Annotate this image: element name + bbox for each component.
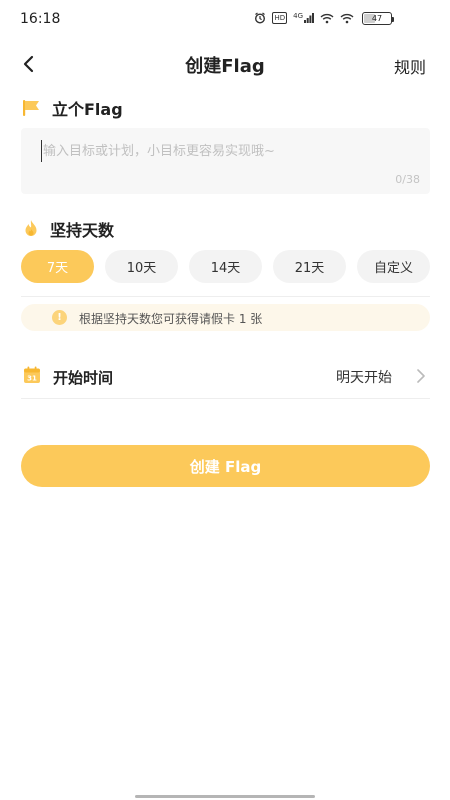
rules-link[interactable]: 规则 bbox=[394, 54, 426, 78]
day-option-custom[interactable]: 自定义 bbox=[357, 250, 430, 283]
wifi-call-icon bbox=[320, 12, 334, 24]
battery-icon: 47 bbox=[362, 12, 394, 25]
alarm-icon bbox=[254, 12, 266, 24]
goal-char-counter: 0/38 bbox=[395, 173, 420, 186]
nav-bar: 创建Flag 规则 bbox=[0, 45, 450, 83]
create-flag-button[interactable]: 创建 Flag bbox=[21, 445, 430, 487]
hd-icon: HD bbox=[272, 12, 288, 24]
network-type-label: 4G bbox=[293, 12, 303, 20]
status-icons: HD 4G bbox=[254, 12, 354, 24]
cellular-signal-icon: 4G bbox=[293, 12, 314, 24]
battery-level: 47 bbox=[371, 14, 383, 23]
page-title: 创建Flag bbox=[185, 56, 265, 77]
goal-section-header: 立个Flag bbox=[22, 96, 123, 120]
tip-text: 根据坚持天数您可获得请假卡 1 张 bbox=[79, 312, 263, 326]
calendar-icon: 31 bbox=[24, 366, 40, 383]
section-divider bbox=[21, 296, 430, 297]
tip-banner: ! 根据坚持天数您可获得请假卡 1 张 bbox=[21, 304, 430, 331]
days-options: 7天 10天 14天 21天 自定义 bbox=[21, 250, 430, 283]
start-time-label: 开始时间 bbox=[53, 369, 114, 387]
goal-input[interactable] bbox=[41, 140, 411, 162]
wifi-icon bbox=[340, 12, 354, 24]
battery-cap bbox=[392, 17, 394, 22]
flame-icon bbox=[25, 220, 37, 236]
day-option-14[interactable]: 14天 bbox=[189, 250, 262, 283]
days-section-title: 坚持天数 bbox=[50, 221, 115, 240]
goal-section-title: 立个Flag bbox=[52, 100, 123, 119]
flag-icon bbox=[23, 100, 39, 116]
status-bar: 16:18 HD 4G 47 bbox=[0, 0, 450, 40]
section-divider bbox=[21, 398, 430, 399]
home-indicator bbox=[135, 795, 315, 798]
calendar-day-text: 31 bbox=[27, 375, 37, 383]
day-option-10[interactable]: 10天 bbox=[105, 250, 178, 283]
day-option-7[interactable]: 7天 bbox=[21, 250, 94, 283]
chevron-right-icon bbox=[417, 369, 425, 383]
days-section-header: 坚持天数 bbox=[22, 217, 114, 241]
start-time-row[interactable]: 31 开始时间 明天开始 bbox=[21, 358, 430, 396]
goal-input-box: 0/38 bbox=[21, 128, 430, 194]
status-time: 16:18 bbox=[20, 11, 61, 27]
day-option-21[interactable]: 21天 bbox=[273, 250, 346, 283]
start-time-value: 明天开始 bbox=[336, 370, 392, 386]
info-icon: ! bbox=[52, 310, 67, 325]
